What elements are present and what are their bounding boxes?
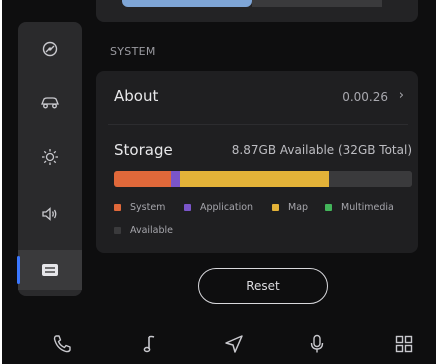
divider xyxy=(108,124,408,125)
dock-phone[interactable] xyxy=(50,334,74,358)
legend-swatch xyxy=(114,204,121,211)
legend-label: Map xyxy=(288,202,309,213)
section-title: SYSTEM xyxy=(110,45,156,58)
sidebar-item-driving[interactable] xyxy=(18,29,82,69)
storage-segment-map xyxy=(179,171,329,187)
phone-icon xyxy=(52,334,72,358)
settings-card-icon xyxy=(41,263,59,277)
legend-application: Application xyxy=(184,202,253,213)
segment-unselected[interactable] xyxy=(252,0,382,7)
legend-multimedia: Multimedia xyxy=(325,202,394,213)
storage-label: Storage xyxy=(114,141,173,159)
sidebar-item-sound[interactable] xyxy=(18,194,82,234)
settings-screen: SYSTEM About 0.00.26 › Storage 8.87GB Av… xyxy=(2,0,436,364)
segment-selected[interactable] xyxy=(122,0,252,7)
storage-segment-available xyxy=(328,171,412,187)
storage-segment-system xyxy=(114,171,171,187)
legend-label: Available xyxy=(130,225,174,236)
legend-available: Available xyxy=(114,225,173,236)
about-row[interactable]: About 0.00.26 › xyxy=(96,71,418,121)
dock-music[interactable] xyxy=(138,334,162,358)
legend-swatch xyxy=(325,204,332,211)
legend-swatch xyxy=(272,204,279,211)
legend-map: Map xyxy=(272,202,308,213)
chevron-right-icon: › xyxy=(398,88,404,103)
settings-sidebar xyxy=(17,22,82,296)
dock-navigation[interactable] xyxy=(222,334,246,358)
steering-wheel-icon xyxy=(42,41,58,57)
storage-segment-application xyxy=(170,171,180,187)
brightness-icon xyxy=(41,148,59,166)
legend-label: System xyxy=(130,202,166,213)
legend-swatch xyxy=(114,227,121,234)
legend-swatch xyxy=(184,204,191,211)
sidebar-item-vehicle[interactable] xyxy=(18,82,82,122)
legend-label: Application xyxy=(200,202,254,213)
apps-grid-icon xyxy=(395,335,413,357)
reset-button[interactable]: Reset xyxy=(198,268,328,304)
car-icon xyxy=(40,95,60,109)
active-indicator xyxy=(17,256,20,284)
dock-voice[interactable] xyxy=(305,334,329,358)
bottom-dock xyxy=(2,324,436,364)
storage-summary: 8.87GB Available (32GB Total) xyxy=(231,143,412,157)
legend-system: System xyxy=(114,202,165,213)
microphone-icon xyxy=(309,334,325,358)
system-card: About 0.00.26 › Storage 8.87GB Available… xyxy=(96,71,418,253)
about-label: About xyxy=(114,87,159,105)
storage-usage-bar xyxy=(114,171,412,187)
sidebar-item-display[interactable] xyxy=(18,137,82,177)
sidebar-item-system[interactable] xyxy=(17,250,82,290)
dock-apps[interactable] xyxy=(392,334,416,358)
top-segmented-card xyxy=(96,0,418,22)
version-value: 0.00.26 xyxy=(342,90,388,104)
legend-label: Multimedia xyxy=(341,202,394,213)
music-note-icon xyxy=(142,334,158,358)
navigation-arrow-icon xyxy=(224,334,244,358)
volume-icon xyxy=(41,206,59,222)
